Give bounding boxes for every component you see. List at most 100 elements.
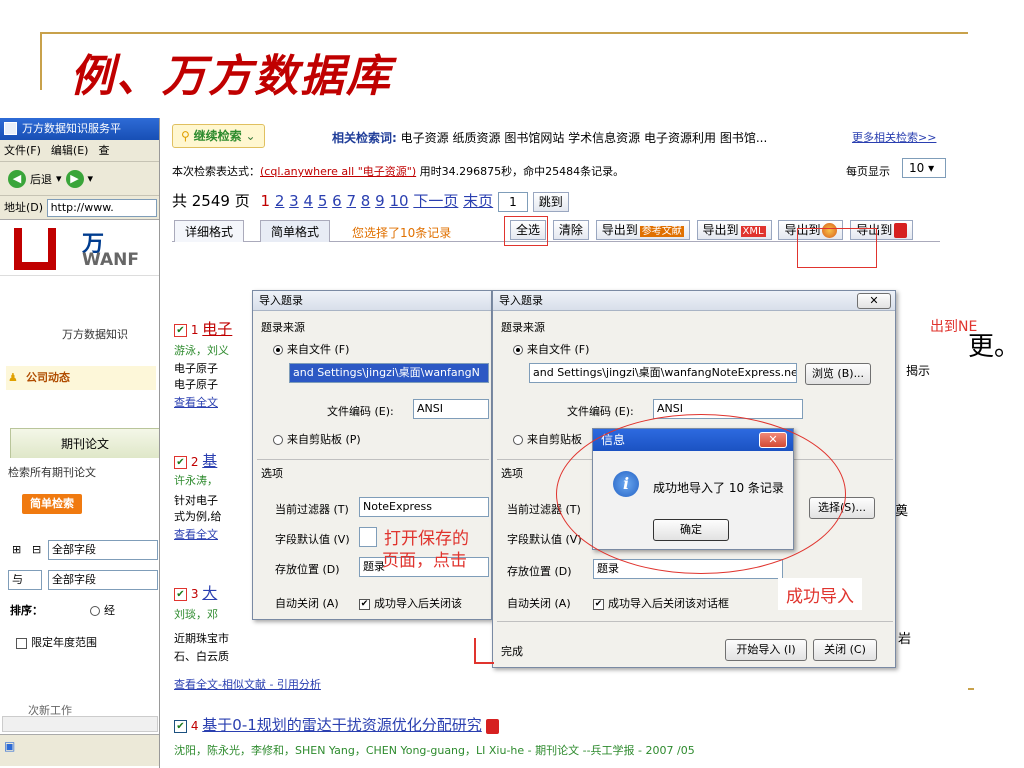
- encoding-select[interactable]: ANSI: [413, 399, 489, 419]
- per-page-label: 每页显示: [846, 165, 890, 178]
- sort-option[interactable]: 经: [90, 602, 115, 618]
- related-term[interactable]: 图书馆...: [720, 131, 767, 145]
- menu-file[interactable]: 文件(F): [4, 144, 41, 157]
- autoclose-checkbox[interactable]: ✔ 成功导入后关闭该: [359, 595, 462, 611]
- result-title[interactable]: 基于0-1规划的雷达干扰资源优化分配研究: [202, 716, 482, 734]
- export-xml-label: 导出到: [702, 223, 739, 237]
- page-link[interactable]: 1: [261, 192, 271, 210]
- goto-button[interactable]: 跳到: [532, 191, 569, 212]
- related-term[interactable]: 电子资源利用: [644, 131, 716, 145]
- page-link[interactable]: 10: [389, 192, 408, 210]
- annotation-line: [474, 662, 494, 664]
- file-path-input[interactable]: and Settings\jingzi\桌面\wanfangNoteExpres…: [529, 363, 797, 383]
- year-limit-checkbox[interactable]: [16, 637, 27, 649]
- from-file-label: 来自文件 (F): [527, 343, 590, 356]
- view-fulltext-link[interactable]: 查看全文: [174, 394, 218, 410]
- next-page-link[interactable]: 下一页: [413, 192, 458, 210]
- page-link[interactable]: 8: [361, 192, 371, 210]
- more-related-link[interactable]: 更多相关检索>>: [852, 129, 936, 145]
- view-fulltext-link[interactable]: 查看全文: [174, 526, 218, 542]
- side-text: 揭示: [906, 364, 931, 378]
- result-checkbox[interactable]: ✔: [174, 720, 187, 733]
- menu-view[interactable]: 查: [98, 144, 109, 157]
- page-link[interactable]: 6: [332, 192, 342, 210]
- file-path-input[interactable]: and Settings\jingzi\桌面\wanfangN: [289, 363, 489, 383]
- from-clipboard-radio[interactable]: 来自剪贴板 (P): [273, 431, 361, 447]
- sort-radio[interactable]: [90, 606, 100, 616]
- menu-edit[interactable]: 编辑(E): [51, 144, 89, 157]
- last-page-link[interactable]: 末页: [463, 192, 493, 210]
- collapse-icon[interactable]: ⊟: [32, 543, 41, 556]
- result-checkbox[interactable]: ✔: [174, 456, 187, 469]
- close-icon[interactable]: ✕: [857, 293, 891, 309]
- tab-detail-format[interactable]: 详细格式: [174, 220, 245, 242]
- page-link[interactable]: 7: [346, 192, 356, 210]
- result-checkbox[interactable]: ✔: [174, 588, 187, 601]
- save-label: 存放位置 (D): [507, 565, 572, 578]
- from-clipboard-radio[interactable]: 来自剪贴板: [513, 431, 582, 447]
- tab-simple-format[interactable]: 简单格式: [260, 220, 331, 242]
- search-all-label: 检索所有期刊论文: [8, 466, 96, 479]
- from-file-radio[interactable]: 来自文件 (F): [513, 341, 589, 357]
- close-button[interactable]: 关闭 (C): [813, 639, 877, 661]
- highlight-export-ne: [797, 228, 877, 268]
- tab-journal[interactable]: 期刊论文: [10, 428, 159, 458]
- result-checkbox[interactable]: ✔: [174, 324, 187, 337]
- clear-button[interactable]: 清除: [552, 220, 589, 240]
- simple-search-button[interactable]: 简单检索: [22, 494, 82, 514]
- autoclose-checkbox[interactable]: ✔ 成功导入后关闭该对话框: [593, 595, 729, 611]
- horizontal-scrollbar[interactable]: [2, 716, 158, 732]
- field-select-2[interactable]: 全部字段: [48, 570, 158, 590]
- forward-arrow-icon[interactable]: ▶: [65, 169, 84, 188]
- default-input[interactable]: [359, 527, 377, 547]
- back-label[interactable]: 后退: [30, 171, 52, 187]
- from-file-radio[interactable]: 来自文件 (F): [273, 341, 349, 357]
- radio-icon: [513, 345, 523, 355]
- per-page-select[interactable]: 10 ▾: [902, 158, 946, 178]
- related-term[interactable]: 学术信息资源: [568, 131, 640, 145]
- autoclose-text: 成功导入后关闭该: [374, 597, 462, 610]
- page-link[interactable]: 3: [289, 192, 299, 210]
- filter-select[interactable]: NoteExpress: [359, 497, 489, 517]
- news-section[interactable]: ♟ 公司动态: [6, 366, 156, 390]
- related-term[interactable]: 纸质资源: [452, 131, 500, 145]
- address-input[interactable]: http://www.: [46, 199, 157, 217]
- year-limit[interactable]: 限定年度范围: [16, 634, 97, 650]
- result-authors: 游泳，刘义: [174, 344, 229, 357]
- export-reference-button[interactable]: 导出到 参考文献: [595, 220, 690, 240]
- dropdown-icon[interactable]: ▾: [88, 172, 94, 185]
- chevron-down-icon: ⌄: [245, 129, 256, 143]
- autoclose-text: 成功导入后关闭该对话框: [608, 597, 729, 610]
- pdf-icon[interactable]: [485, 719, 499, 734]
- field-select-1[interactable]: 全部字段: [48, 540, 158, 560]
- check-icon: ✔: [593, 598, 604, 610]
- expr-link[interactable]: (cql.anywhere all "电子资源"): [260, 165, 416, 178]
- xml-badge: XML: [740, 226, 766, 237]
- result-title[interactable]: 电子: [202, 320, 232, 338]
- result-title[interactable]: 大: [202, 584, 217, 602]
- continue-search-button[interactable]: ⚲ 继续检索 ⌄: [172, 124, 265, 148]
- result-title[interactable]: 基: [202, 452, 217, 470]
- expand-icon[interactable]: ⊞: [12, 543, 21, 556]
- view-fulltext-link[interactable]: 查看全文-相似文献 - 引用分析: [174, 676, 321, 692]
- browse-button[interactable]: 浏览 (B)...: [805, 363, 871, 385]
- back-arrow-icon[interactable]: ◀: [8, 169, 26, 188]
- related-term[interactable]: 电子资源: [401, 131, 449, 145]
- page-input[interactable]: 1: [497, 191, 528, 212]
- related-term[interactable]: 图书馆网站: [504, 131, 564, 145]
- export-xml-button[interactable]: 导出到 XML: [696, 220, 772, 240]
- result-item: ✔ 2 基: [174, 450, 217, 471]
- page-link[interactable]: 9: [375, 192, 385, 210]
- page-link[interactable]: 2: [275, 192, 285, 210]
- start-import-button[interactable]: 开始导入 (I): [725, 639, 807, 661]
- dropdown-icon[interactable]: ▾: [56, 172, 62, 185]
- result-authors: 刘琰，邓: [174, 608, 218, 621]
- page-link[interactable]: 4: [303, 192, 313, 210]
- from-clipboard-label: 来自剪贴板: [527, 433, 582, 446]
- op-select[interactable]: 与: [8, 570, 42, 590]
- page-link[interactable]: 5: [318, 192, 328, 210]
- browser-titlebar: 万方数据知识服务平: [0, 118, 159, 140]
- annotation-success: 成功导入: [786, 587, 854, 607]
- annotation-line: [474, 638, 476, 664]
- slide-rule-top: [40, 32, 968, 34]
